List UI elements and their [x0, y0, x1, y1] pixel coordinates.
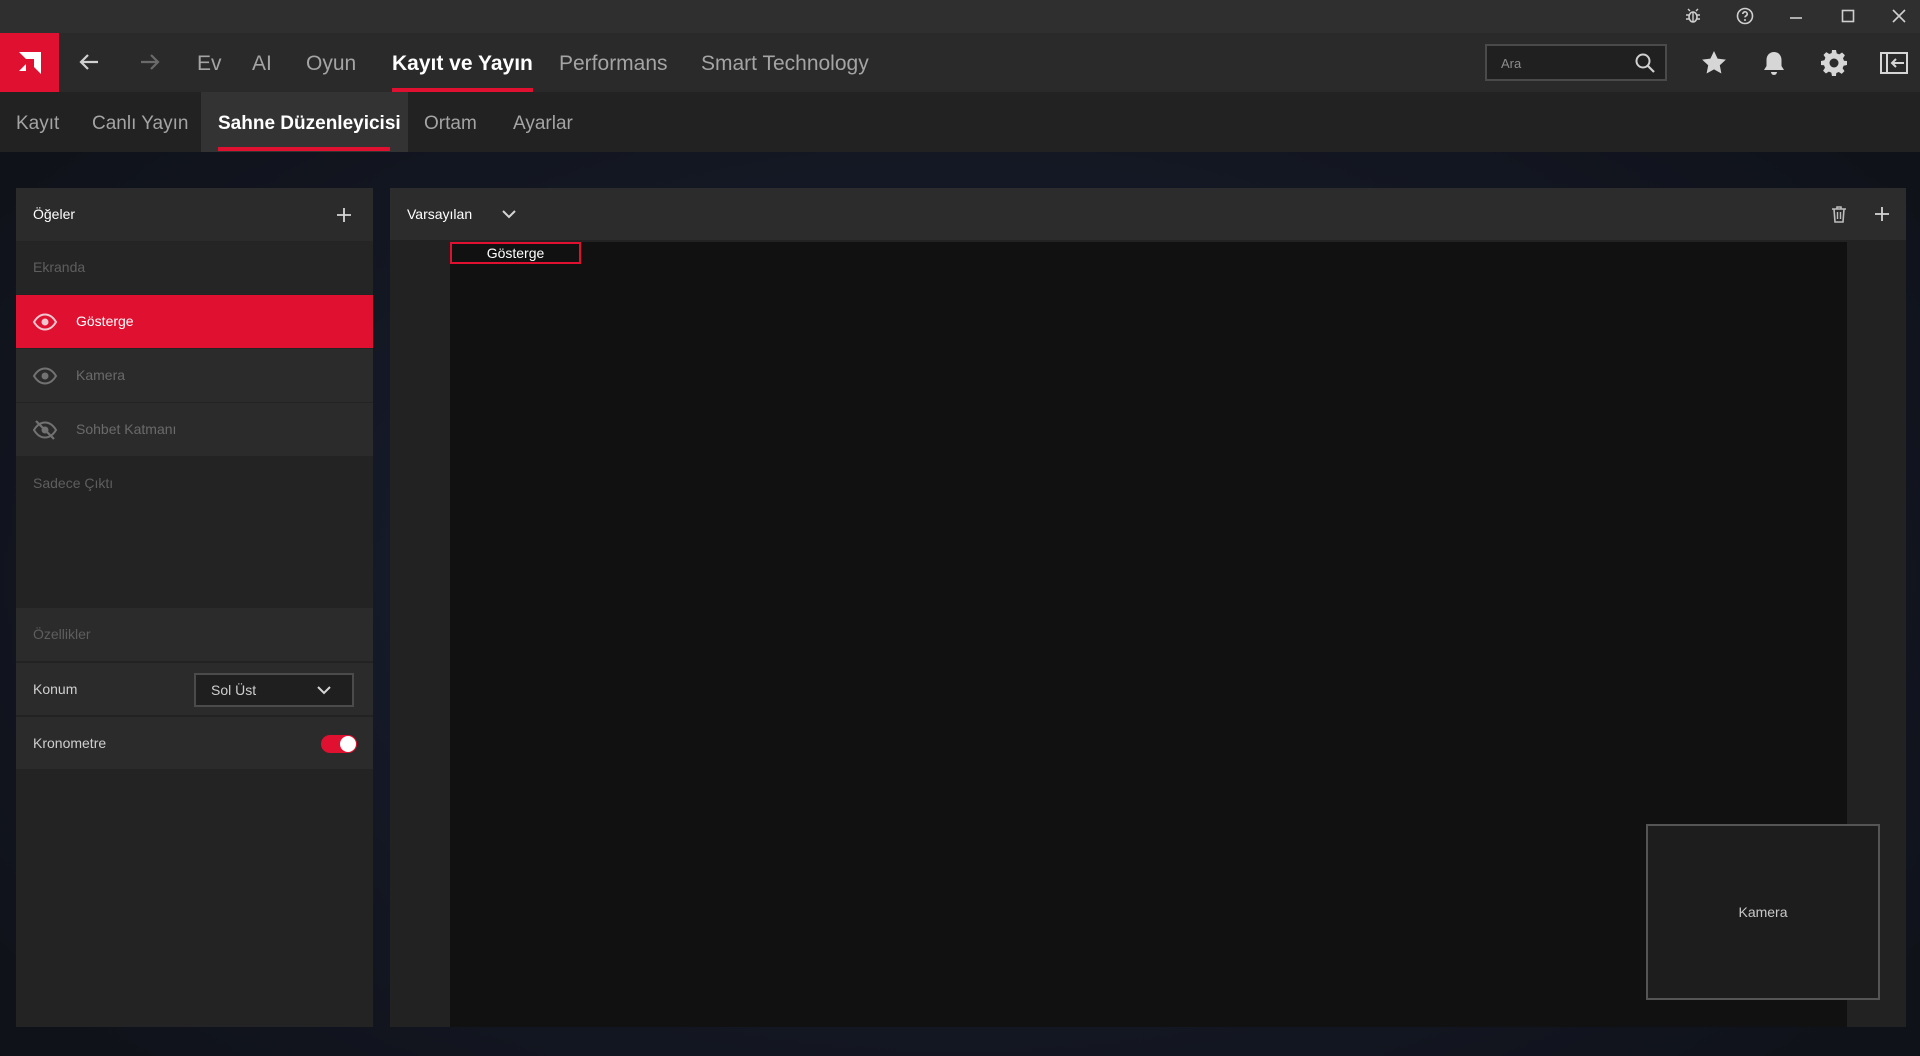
items-panel: Öğeler Ekranda Gösterge Kamera Sohbet Ka… — [16, 188, 373, 1027]
search-box — [1485, 44, 1667, 81]
nav-tab-home[interactable]: Ev — [197, 33, 222, 92]
chevron-down-icon — [317, 686, 331, 695]
nav-tab-record-stream[interactable]: Kayıt ve Yayın — [392, 33, 533, 92]
nav-tab-smart-technology[interactable]: Smart Technology — [701, 33, 869, 92]
section-output-only: Sadece Çıktı — [16, 457, 373, 510]
subtab-active-indicator — [218, 147, 390, 151]
properties-header: Özellikler — [16, 608, 373, 661]
amd-logo[interactable] — [0, 33, 59, 92]
item-row-gauge[interactable]: Gösterge — [16, 295, 373, 348]
item-label: Kamera — [76, 367, 126, 383]
star-icon[interactable] — [1697, 46, 1731, 80]
search-icon[interactable] — [1634, 52, 1656, 74]
item-row-chat-overlay[interactable]: Sohbet Katmanı — [16, 403, 373, 456]
trash-icon[interactable] — [1828, 203, 1850, 225]
subtab-scene-editor[interactable]: Sahne Düzenleyicisi — [218, 92, 401, 152]
item-label: Sohbet Katmanı — [76, 421, 177, 437]
top-navigation: Ev AI Oyun Kayıt ve Yayın Performans Sma… — [0, 33, 1920, 92]
add-item-icon[interactable] — [333, 204, 355, 226]
eye-off-icon[interactable] — [32, 417, 58, 443]
position-row: Konum Sol Üst — [16, 662, 373, 715]
bug-icon[interactable] — [1680, 4, 1706, 28]
stopwatch-toggle[interactable] — [321, 735, 357, 753]
back-arrow-icon[interactable] — [74, 47, 104, 77]
item-label: Gösterge — [76, 313, 134, 329]
search-input[interactable] — [1501, 53, 1631, 73]
position-select-value: Sol Üst — [211, 682, 257, 698]
help-icon[interactable] — [1732, 4, 1758, 28]
bell-icon[interactable] — [1757, 46, 1791, 80]
scene-preset-label: Varsayılan — [407, 206, 473, 222]
camera-overlay[interactable]: Kamera — [1646, 824, 1880, 1000]
nav-tab-game[interactable]: Oyun — [306, 33, 356, 92]
stopwatch-label: Kronometre — [33, 735, 107, 751]
subtab-environment[interactable]: Ortam — [424, 92, 477, 152]
section-on-screen: Ekranda — [16, 241, 373, 294]
position-label: Konum — [33, 681, 78, 697]
forward-arrow-icon[interactable] — [135, 47, 165, 77]
add-scene-icon[interactable] — [1871, 203, 1893, 225]
subtab-live-stream[interactable]: Canlı Yayın — [92, 92, 188, 152]
subtab-settings[interactable]: Ayarlar — [513, 92, 573, 152]
close-icon[interactable] — [1886, 4, 1912, 28]
scene-header: Varsayılan — [390, 188, 1906, 240]
maximize-icon[interactable] — [1835, 4, 1861, 28]
gear-icon[interactable] — [1817, 46, 1851, 80]
items-header: Öğeler — [16, 188, 373, 241]
scene-canvas[interactable]: Gösterge Kamera — [450, 242, 1880, 1027]
scene-panel: Varsayılan Gösterge Kamera — [390, 188, 1906, 1027]
items-title: Öğeler — [33, 206, 76, 222]
gauge-overlay[interactable]: Gösterge — [450, 242, 581, 264]
nav-tab-performance[interactable]: Performans — [559, 33, 668, 92]
properties-title: Özellikler — [33, 626, 91, 642]
nav-tab-ai[interactable]: AI — [252, 33, 272, 92]
sidebar-toggle-icon[interactable] — [1877, 46, 1911, 80]
stopwatch-row: Kronometre — [16, 716, 373, 769]
chevron-down-icon — [502, 210, 516, 219]
section-output-only-label: Sadece Çıktı — [33, 475, 114, 491]
title-bar — [0, 0, 1920, 33]
position-select[interactable]: Sol Üst — [194, 673, 354, 707]
sub-navigation: Kayıt Canlı Yayın Sahne Düzenleyicisi Or… — [0, 92, 1920, 152]
item-row-camera[interactable]: Kamera — [16, 349, 373, 402]
subtab-record[interactable]: Kayıt — [16, 92, 59, 152]
minimize-icon[interactable] — [1783, 4, 1809, 28]
section-on-screen-label: Ekranda — [33, 259, 86, 275]
eye-icon[interactable] — [32, 309, 58, 335]
eye-icon[interactable] — [32, 363, 58, 389]
